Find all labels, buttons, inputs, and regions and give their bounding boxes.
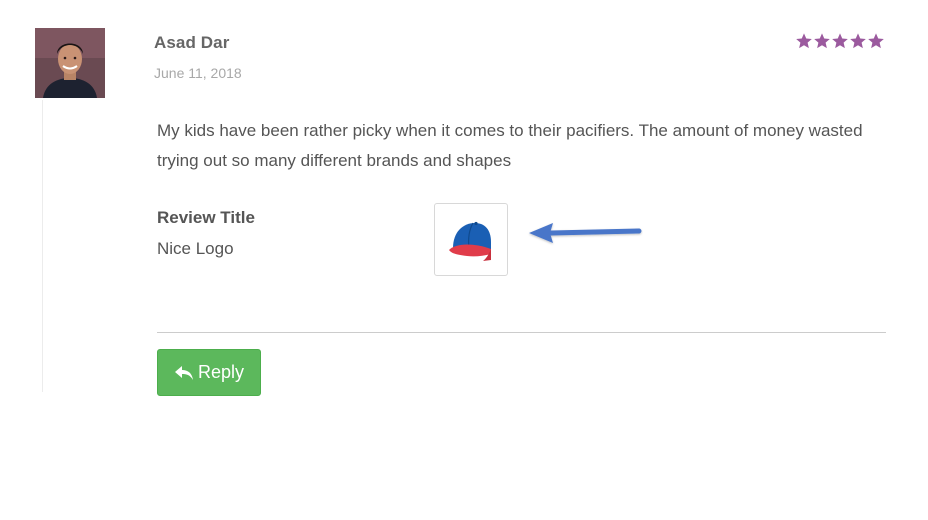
divider <box>157 332 886 333</box>
review-field-label: Review Title <box>157 208 255 227</box>
star-icon <box>850 33 866 49</box>
review-text: My kids have been rather picky when it c… <box>157 121 863 170</box>
baseball-cap-icon <box>449 221 491 261</box>
arrow-left-icon <box>527 218 643 255</box>
review-date: June 11, 2018 <box>154 65 242 81</box>
review-author: Asad Dar <box>154 33 230 52</box>
avatar <box>35 28 105 98</box>
reply-icon <box>174 365 193 380</box>
left-rule <box>42 100 43 392</box>
review-attachment-thumbnail[interactable] <box>434 203 508 276</box>
reply-label: Reply <box>197 362 245 382</box>
star-icon <box>796 33 812 49</box>
star-icon <box>868 33 884 49</box>
reply-button[interactable]: Reply <box>157 349 261 396</box>
star-icon <box>832 33 848 49</box>
review-field-value: Nice Logo <box>157 239 234 258</box>
star-icon <box>814 33 830 49</box>
star-rating <box>795 32 885 50</box>
